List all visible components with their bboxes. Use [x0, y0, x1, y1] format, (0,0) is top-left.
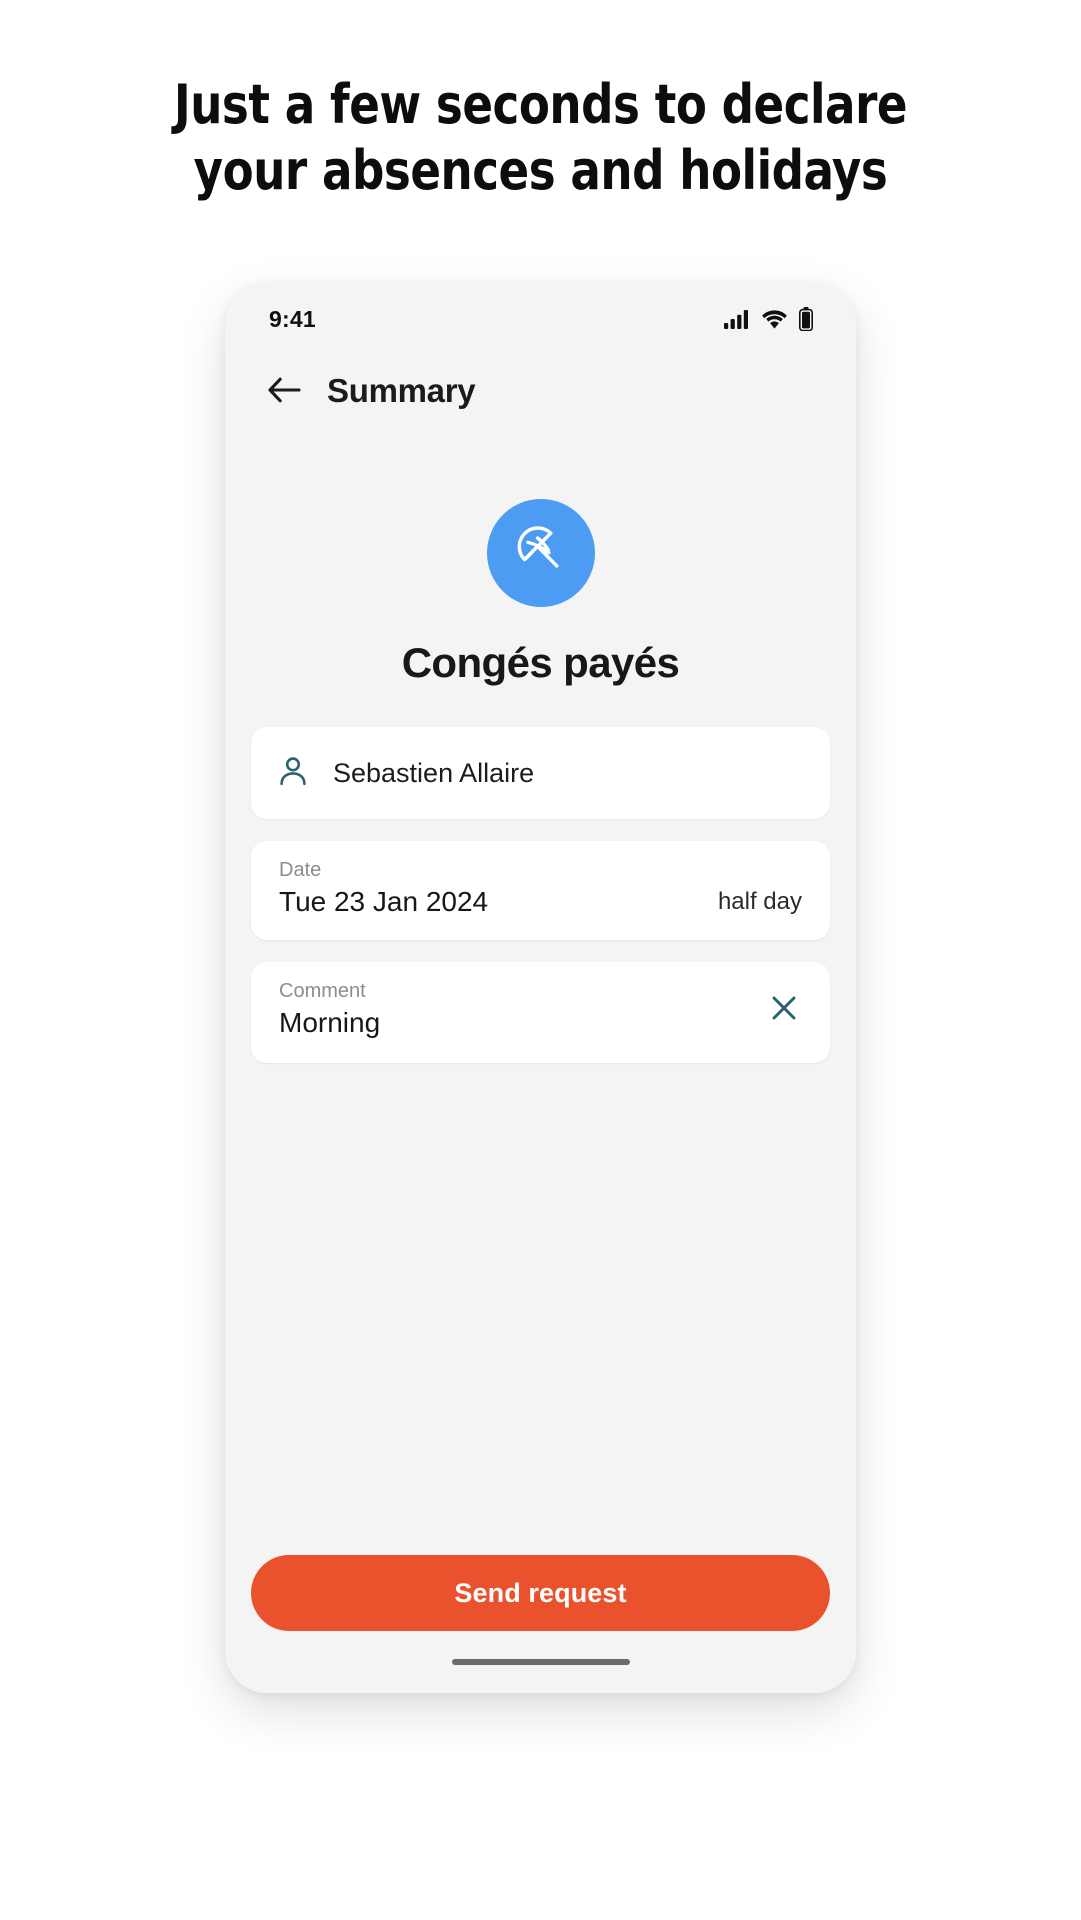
close-icon — [769, 993, 799, 1026]
employee-name: Sebastien Allaire — [333, 757, 535, 788]
comment-card[interactable]: Comment Morning — [251, 962, 830, 1063]
status-bar: 9:41 — [225, 283, 856, 345]
status-bar-time: 9:41 — [269, 305, 316, 332]
promo-headline-line-1: Just a few seconds to declare — [173, 73, 908, 136]
absence-type-badge — [486, 499, 595, 607]
comment-label: Comment — [279, 980, 366, 1002]
home-indicator-area — [225, 1631, 856, 1693]
cellular-signal-icon — [724, 309, 750, 329]
page-title: Summary — [327, 372, 476, 409]
promo-headline: Just a few seconds to declare your absen… — [38, 78, 1043, 198]
comment-value: Morning — [279, 1007, 381, 1038]
date-value: Tue 23 Jan 2024 — [279, 886, 489, 917]
send-request-button[interactable]: Send request — [251, 1555, 830, 1631]
status-bar-icons — [724, 307, 813, 331]
date-field: Date Tue 23 Jan 2024 — [279, 859, 488, 918]
beach-parasol-icon — [510, 520, 572, 587]
wifi-icon — [762, 309, 787, 329]
cta-container: Send request — [225, 1555, 856, 1631]
promo-headline-line-2: your absences and holidays — [193, 139, 888, 202]
back-button[interactable] — [263, 370, 305, 412]
absence-type-title: Congés payés — [401, 639, 680, 686]
comment-field: Comment Morning — [279, 980, 380, 1039]
clear-comment-button[interactable] — [760, 986, 808, 1034]
date-card[interactable]: Date Tue 23 Jan 2024 half day — [251, 841, 830, 940]
date-duration: half day — [717, 888, 802, 915]
date-label: Date — [279, 859, 322, 881]
app-header: Summary — [225, 345, 856, 437]
phone-mockup: 9:41 Summary Congés payés Sebastien Alla… — [225, 283, 856, 1693]
person-icon — [279, 756, 307, 791]
absence-type-hero: Congés payés — [225, 437, 856, 687]
summary-cards: Sebastien Allaire Date Tue 23 Jan 2024 h… — [225, 687, 856, 1555]
back-arrow-icon — [267, 376, 301, 407]
phone-screen: 9:41 Summary Congés payés Sebastien Alla… — [225, 283, 856, 1693]
battery-icon — [799, 307, 813, 331]
employee-card[interactable]: Sebastien Allaire — [251, 727, 830, 819]
home-indicator[interactable] — [451, 1659, 630, 1665]
